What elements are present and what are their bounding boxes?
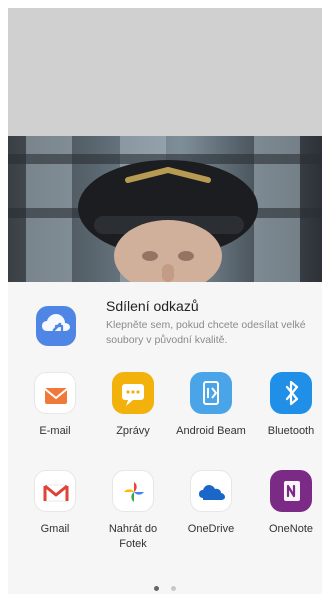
- share-target-bluetooth[interactable]: Bluetooth: [252, 372, 330, 439]
- share-target-label: Gmail: [40, 523, 70, 535]
- page-indicator: [8, 578, 322, 594]
- gmail-icon: [34, 470, 76, 512]
- share-target-onenote[interactable]: OneNote: [252, 470, 330, 537]
- onenote-icon: [270, 470, 312, 512]
- share-target-gmail[interactable]: Gmail: [16, 470, 94, 537]
- android-beam-icon: [190, 372, 232, 414]
- share-target-android-beam[interactable]: Android Beam: [172, 372, 250, 439]
- shared-photo-preview: [8, 136, 322, 296]
- share-target-label: OneDrive: [187, 523, 235, 535]
- share-target-email[interactable]: E-mail: [16, 372, 94, 439]
- page-indicator-dot-current: [153, 586, 159, 591]
- share-target-label: Zprávy: [116, 425, 150, 437]
- share-target-messages[interactable]: Zprávy: [94, 372, 172, 439]
- page-indicator-dot: [171, 586, 177, 591]
- share-target-label: Nahrát do Fotek: [108, 523, 158, 550]
- google-photos-icon: [112, 470, 154, 512]
- messages-icon: [112, 372, 154, 414]
- link-share-row[interactable]: Sdílení odkazů Klepněte sem, pokud chcet…: [8, 282, 322, 352]
- email-icon: [34, 372, 76, 414]
- share-target-label: Android Beam: [176, 425, 246, 437]
- share-target-label: E-mail: [39, 425, 71, 437]
- onedrive-icon: [190, 470, 232, 512]
- link-share-icon: [36, 306, 76, 346]
- link-share-title: Sdílení odkazů: [106, 298, 199, 314]
- share-target-label: Bluetooth: [267, 425, 315, 437]
- share-target-label: OneNote: [268, 523, 314, 535]
- share-target-onedrive[interactable]: OneDrive: [172, 470, 250, 537]
- link-share-description: Klepněte sem, pokud chcete odesílat velk…: [106, 319, 306, 346]
- share-sheet: Sdílení odkazů Klepněte sem, pokud chcet…: [8, 282, 322, 594]
- bluetooth-icon: [270, 372, 312, 414]
- share-target-google-photos[interactable]: Nahrát do Fotek: [94, 470, 172, 552]
